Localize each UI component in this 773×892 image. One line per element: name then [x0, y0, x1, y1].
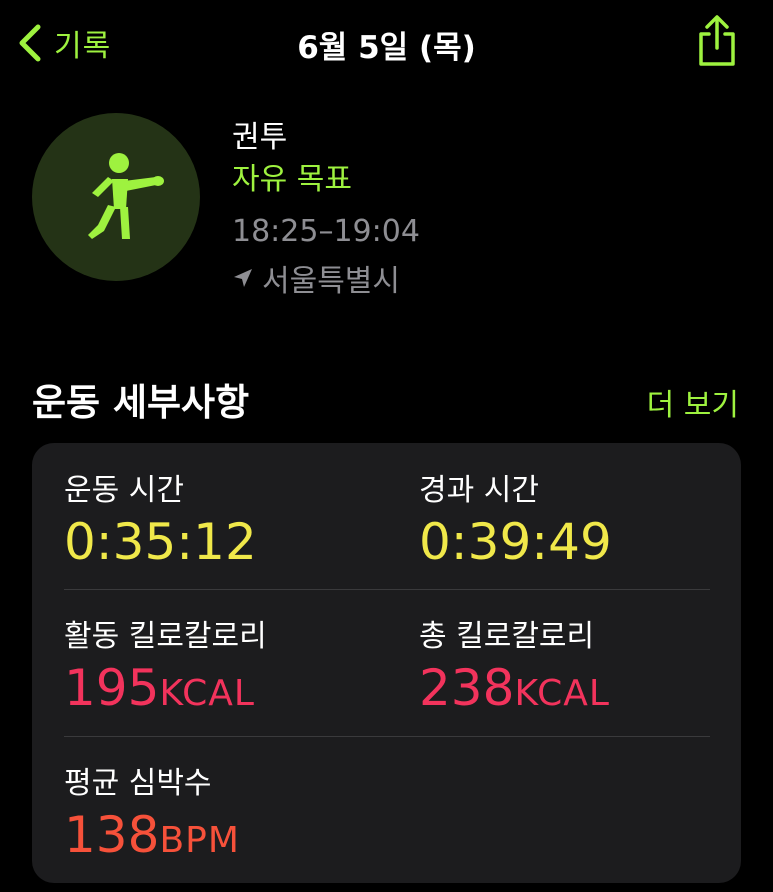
workout-location: 서울특별시	[232, 256, 400, 300]
divider	[64, 736, 710, 737]
share-icon[interactable]	[695, 14, 739, 68]
metric-number: 195	[64, 659, 160, 717]
metric-label: 경과 시간	[419, 473, 539, 508]
workout-icon-badge	[32, 113, 200, 281]
navigation-bar: 기록 6월 5일 (목)	[0, 0, 773, 90]
metric-value: 195KCAL	[64, 659, 267, 723]
page-title: 6월 5일 (목)	[297, 30, 476, 66]
metric-workout-time: 운동 시간 0:35:12	[64, 465, 257, 571]
show-more-link[interactable]: 더 보기	[647, 380, 739, 424]
section-title: 운동 세부사항	[32, 381, 250, 424]
metric-unit: KCAL	[159, 673, 255, 714]
location-label: 서울특별시	[262, 264, 400, 299]
metric-number: 138	[64, 806, 160, 864]
metric-elapsed-time: 경과 시간 0:39:49	[419, 465, 612, 571]
metric-active-calories: 활동 킬로칼로리 195KCAL	[64, 611, 267, 723]
workout-name: 권투	[232, 120, 288, 155]
metric-label: 총 킬로칼로리	[419, 619, 595, 654]
metric-label: 평균 심박수	[64, 766, 212, 801]
metric-value: 0:35:12	[64, 513, 257, 571]
metric-label: 운동 시간	[64, 473, 184, 508]
metric-total-calories: 총 킬로칼로리 238KCAL	[419, 611, 610, 723]
workout-details-card: 운동 시간 0:35:12 경과 시간 0:39:49 활동 킬로칼로리 195…	[32, 443, 741, 883]
boxing-figure-icon	[88, 153, 164, 239]
divider	[64, 589, 710, 590]
metric-value: 138BPM	[64, 806, 240, 870]
metric-value: 0:39:49	[419, 513, 612, 571]
metric-average-heart-rate: 평균 심박수 138BPM	[64, 758, 240, 870]
metric-unit: KCAL	[514, 673, 610, 714]
metric-unit: BPM	[159, 820, 240, 861]
metric-label: 활동 킬로칼로리	[64, 619, 267, 654]
location-arrow-icon	[234, 269, 252, 287]
metric-number: 238	[419, 659, 515, 717]
workout-time-range: 18:25–19:04	[232, 214, 420, 249]
workout-goal: 자유 목표	[232, 162, 352, 197]
metric-value: 238KCAL	[419, 659, 610, 723]
